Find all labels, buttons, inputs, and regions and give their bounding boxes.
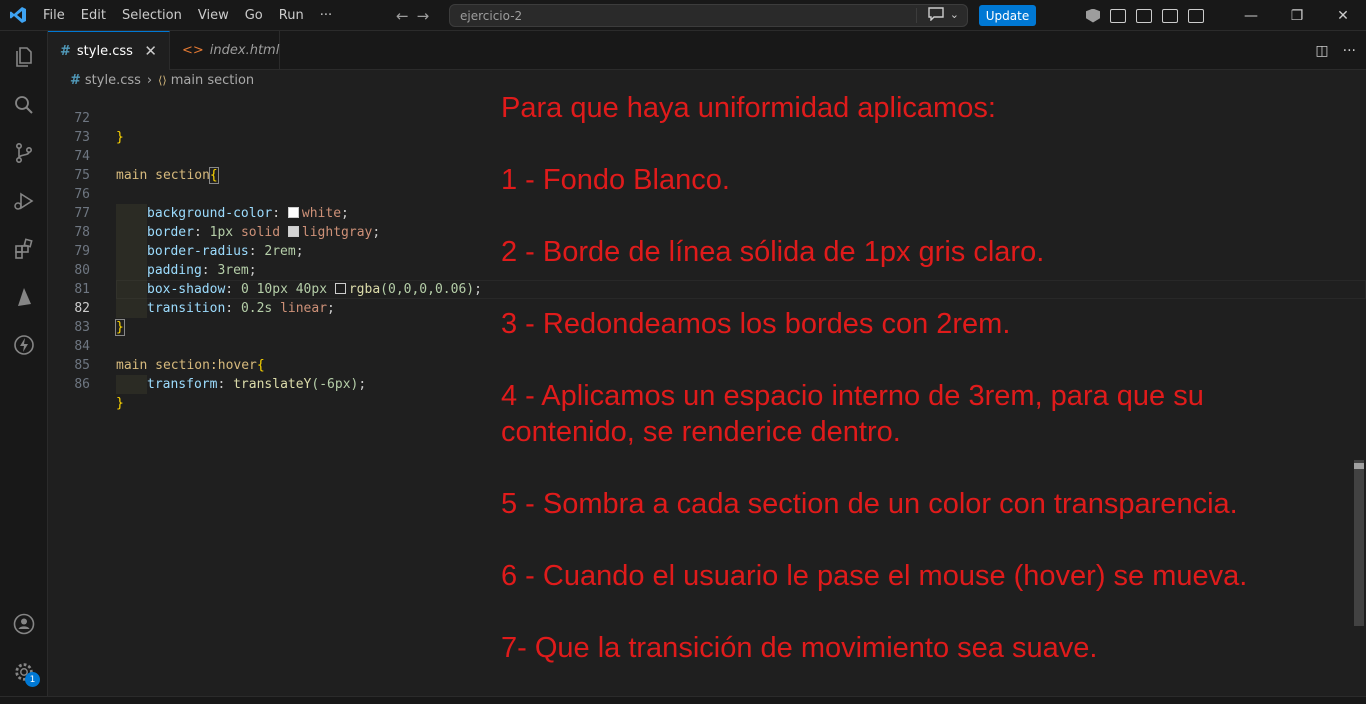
menu-selection[interactable]: Selection — [114, 0, 190, 31]
settings-gear-icon[interactable] — [0, 648, 48, 696]
activity-bar — [0, 31, 48, 696]
lightning-icon[interactable] — [0, 321, 48, 369]
search-icon[interactable] — [0, 81, 48, 129]
css-file-icon: # — [60, 43, 71, 59]
line-number: 86 — [74, 377, 90, 392]
breadcrumb: # style.css › ⟨⟩ main section — [48, 70, 1366, 90]
prisma-icon[interactable] — [0, 273, 48, 321]
css-file-icon: # — [70, 72, 81, 88]
more-actions-icon[interactable]: ··· — [1343, 43, 1356, 59]
window-controls: — ❐ ✕ — [1228, 0, 1366, 31]
note-item: 1 - Fondo Blanco. — [501, 164, 730, 196]
tab-label: style.css — [76, 43, 133, 59]
symbol-selector-icon: ⟨⟩ — [158, 73, 167, 87]
layout-controls — [1086, 0, 1204, 31]
tab-style-css[interactable]: # style.css ✕ — [48, 31, 170, 70]
annotation-notes: Para que haya uniformidad aplicamos: 1 -… — [501, 90, 1361, 696]
split-editor-icon[interactable]: ◫ — [1315, 43, 1328, 59]
code-editor[interactable]: 72 } 73 74 main section{ 75 76 backgroun… — [48, 90, 1366, 696]
title-bar: File Edit Selection View Go Run ··· ← → … — [0, 0, 1366, 31]
menu-bar: File Edit Selection View Go Run ··· — [35, 0, 340, 31]
tab-label: index.html — [209, 43, 280, 58]
html-file-icon: <> — [182, 43, 204, 58]
explorer-icon[interactable] — [0, 33, 48, 81]
menu-go[interactable]: Go — [237, 0, 271, 31]
menu-file[interactable]: File — [35, 0, 73, 31]
note-item: 6 - Cuando el usuario le pase el mouse (… — [501, 560, 1248, 592]
code-token: translateY — [233, 377, 312, 392]
tab-index-html[interactable]: <> index.html — [170, 31, 280, 70]
search-divider — [916, 8, 917, 23]
toggle-primary-sidebar-icon[interactable] — [1136, 8, 1152, 23]
vscode-logo-icon — [0, 0, 35, 31]
toggle-panel-icon[interactable] — [1162, 8, 1178, 23]
run-debug-icon[interactable] — [0, 177, 48, 225]
notes-title: Para que haya uniformidad aplicamos: — [501, 92, 996, 124]
breadcrumb-file[interactable]: style.css — [85, 73, 141, 88]
settings-badge: 1 — [25, 672, 40, 687]
nav-arrows: ← → — [396, 0, 429, 31]
menu-edit[interactable]: Edit — [73, 0, 114, 31]
forward-arrow-icon[interactable]: → — [417, 7, 430, 25]
customize-layout-icon[interactable] — [1110, 8, 1126, 23]
extensions-icon[interactable] — [0, 225, 48, 273]
vertical-scrollbar[interactable] — [1352, 90, 1366, 696]
note-item: 3 - Redondeamos los bordes con 2rem. — [501, 308, 1011, 340]
menu-run[interactable]: Run — [271, 0, 312, 31]
menu-view[interactable]: View — [190, 0, 237, 31]
close-window-icon[interactable]: ✕ — [1320, 0, 1366, 31]
restore-icon[interactable]: ❐ — [1274, 0, 1320, 31]
toggle-secondary-sidebar-icon[interactable] — [1188, 8, 1204, 23]
editor-tabs: # style.css ✕ <> index.html — [48, 31, 1366, 70]
breadcrumb-symbol[interactable]: main section — [171, 73, 254, 88]
note-item: 4 - Aplicamos un espacio interno de 3rem… — [501, 380, 1204, 448]
accounts-icon[interactable] — [0, 600, 48, 648]
accounts-shield-icon[interactable] — [1086, 8, 1100, 23]
source-control-icon[interactable] — [0, 129, 48, 177]
note-item: 7- Que la transición de movimiento sea s… — [501, 632, 1098, 664]
note-item: 2 - Borde de línea sólida de 1px gris cl… — [501, 236, 1045, 268]
menu-more[interactable]: ··· — [312, 0, 340, 31]
code-token: (-6px) — [311, 377, 359, 392]
back-arrow-icon[interactable]: ← — [396, 7, 409, 25]
scrollbar-cursor-marker — [1354, 463, 1364, 469]
copilot-chat-button[interactable]: ⌄ — [928, 7, 959, 21]
editor-actions: ◫ ··· — [1315, 31, 1356, 70]
chevron-right-icon: › — [146, 72, 153, 88]
search-text: ejercicio-2 — [460, 8, 523, 23]
chevron-down-icon: ⌄ — [949, 7, 959, 21]
command-center-search[interactable]: ejercicio-2 ⌄ — [449, 4, 968, 27]
close-tab-icon[interactable]: ✕ — [144, 42, 157, 60]
update-button[interactable]: Update — [979, 5, 1036, 26]
code-token: transform — [147, 377, 218, 392]
note-item: 5 - Sombra a cada section de un color co… — [501, 488, 1238, 520]
minimize-icon[interactable]: — — [1228, 0, 1274, 31]
chat-icon — [928, 7, 944, 21]
status-bar — [0, 696, 1366, 704]
scrollbar-thumb[interactable] — [1354, 460, 1364, 626]
